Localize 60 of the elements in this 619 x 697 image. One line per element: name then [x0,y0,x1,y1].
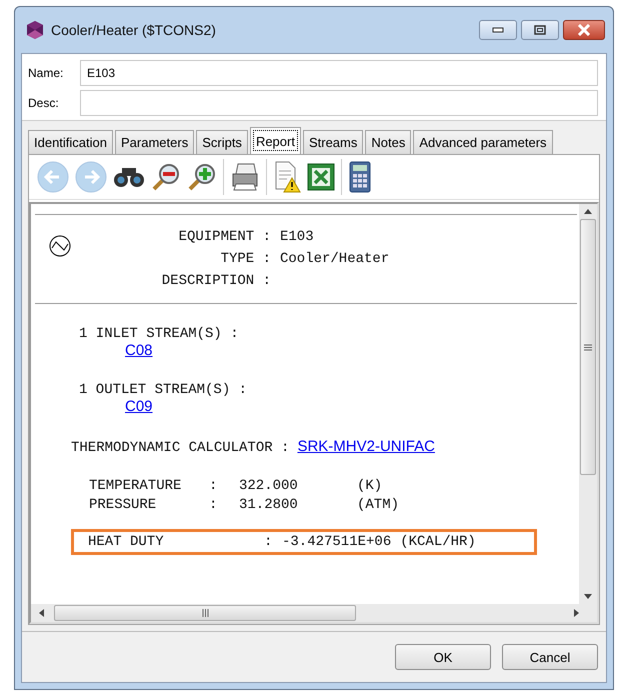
zoom-in-icon[interactable] [187,162,217,192]
report-label: DESCRIPTION : [160,273,271,289]
tab[interactable]: Identification [28,130,113,154]
property-unit: (ATM) [357,497,400,513]
report-label: EQUIPMENT : [178,229,271,245]
binoculars-icon[interactable] [113,165,145,189]
property-name: HEAT DUTY [88,534,165,550]
dialog-button[interactable]: OK [395,644,491,670]
grip-icon [584,344,592,350]
spreadsheet-icon[interactable] [307,163,335,191]
colon-separator: : [209,497,218,513]
calculator-icon[interactable] [348,161,372,193]
colon-separator: : [264,534,274,550]
scroll-down-icon[interactable] [584,594,592,599]
horizontal-scrollbar[interactable] [31,604,597,622]
minimize-button[interactable] [479,20,517,40]
dialog-button[interactable]: Cancel [502,644,598,670]
calculator-link[interactable]: SRK-MHV2-UNIFAC [297,438,435,455]
scroll-left-icon[interactable] [39,609,44,617]
tab[interactable]: Notes [365,130,412,154]
stream-link[interactable]: C08 [125,342,153,359]
printer-icon[interactable] [230,162,260,192]
report-value: Cooler/Heater [280,251,390,267]
field-label: Name: [27,66,64,80]
report-label: THERMODYNAMIC CALCULATOR : [71,440,290,456]
property-value: 322.000 [239,478,299,494]
tab[interactable]: Streams [302,130,364,154]
stream-link[interactable]: C09 [125,398,153,415]
report-label: 1 INLET STREAM(S) : [79,326,240,342]
scroll-right-icon[interactable] [574,609,579,617]
property-name: PRESSURE [89,497,158,513]
sine-wave-icon [49,235,71,257]
property-name: TEMPERATURE [89,478,182,494]
tab[interactable]: Report [250,127,301,154]
zoom-out-icon[interactable] [151,162,181,192]
scroll-up-icon[interactable] [584,209,592,214]
report-label: TYPE : [220,251,271,267]
maximize-icon [534,25,546,35]
input-field[interactable]: E103 [80,60,598,86]
property-value: 31.2800 [239,497,299,513]
property-value: -3.427511E+06 [282,534,392,550]
cube-icon [25,20,45,40]
property-unit: (K) [357,478,382,494]
tab[interactable]: Advanced parameters [413,130,553,154]
property-unit: (KCAL/HR) [400,534,476,550]
tab[interactable]: Scripts [196,130,248,154]
warning-document-icon[interactable] [273,161,301,193]
grip-icon [202,609,208,617]
report-value: E103 [280,229,315,245]
window-title: Cooler/Heater ($TCONS2) [51,22,217,38]
close-button[interactable] [563,20,605,40]
close-icon [577,24,591,36]
vertical-scrollbar[interactable] [579,204,597,604]
colon-separator: : [209,478,218,494]
field-label: Desc: [27,96,60,110]
maximize-button[interactable] [521,20,559,40]
report-label: 1 OUTLET STREAM(S) : [79,382,248,398]
minimize-icon [492,27,504,33]
tab[interactable]: Parameters [115,130,194,154]
input-field[interactable] [80,90,598,116]
